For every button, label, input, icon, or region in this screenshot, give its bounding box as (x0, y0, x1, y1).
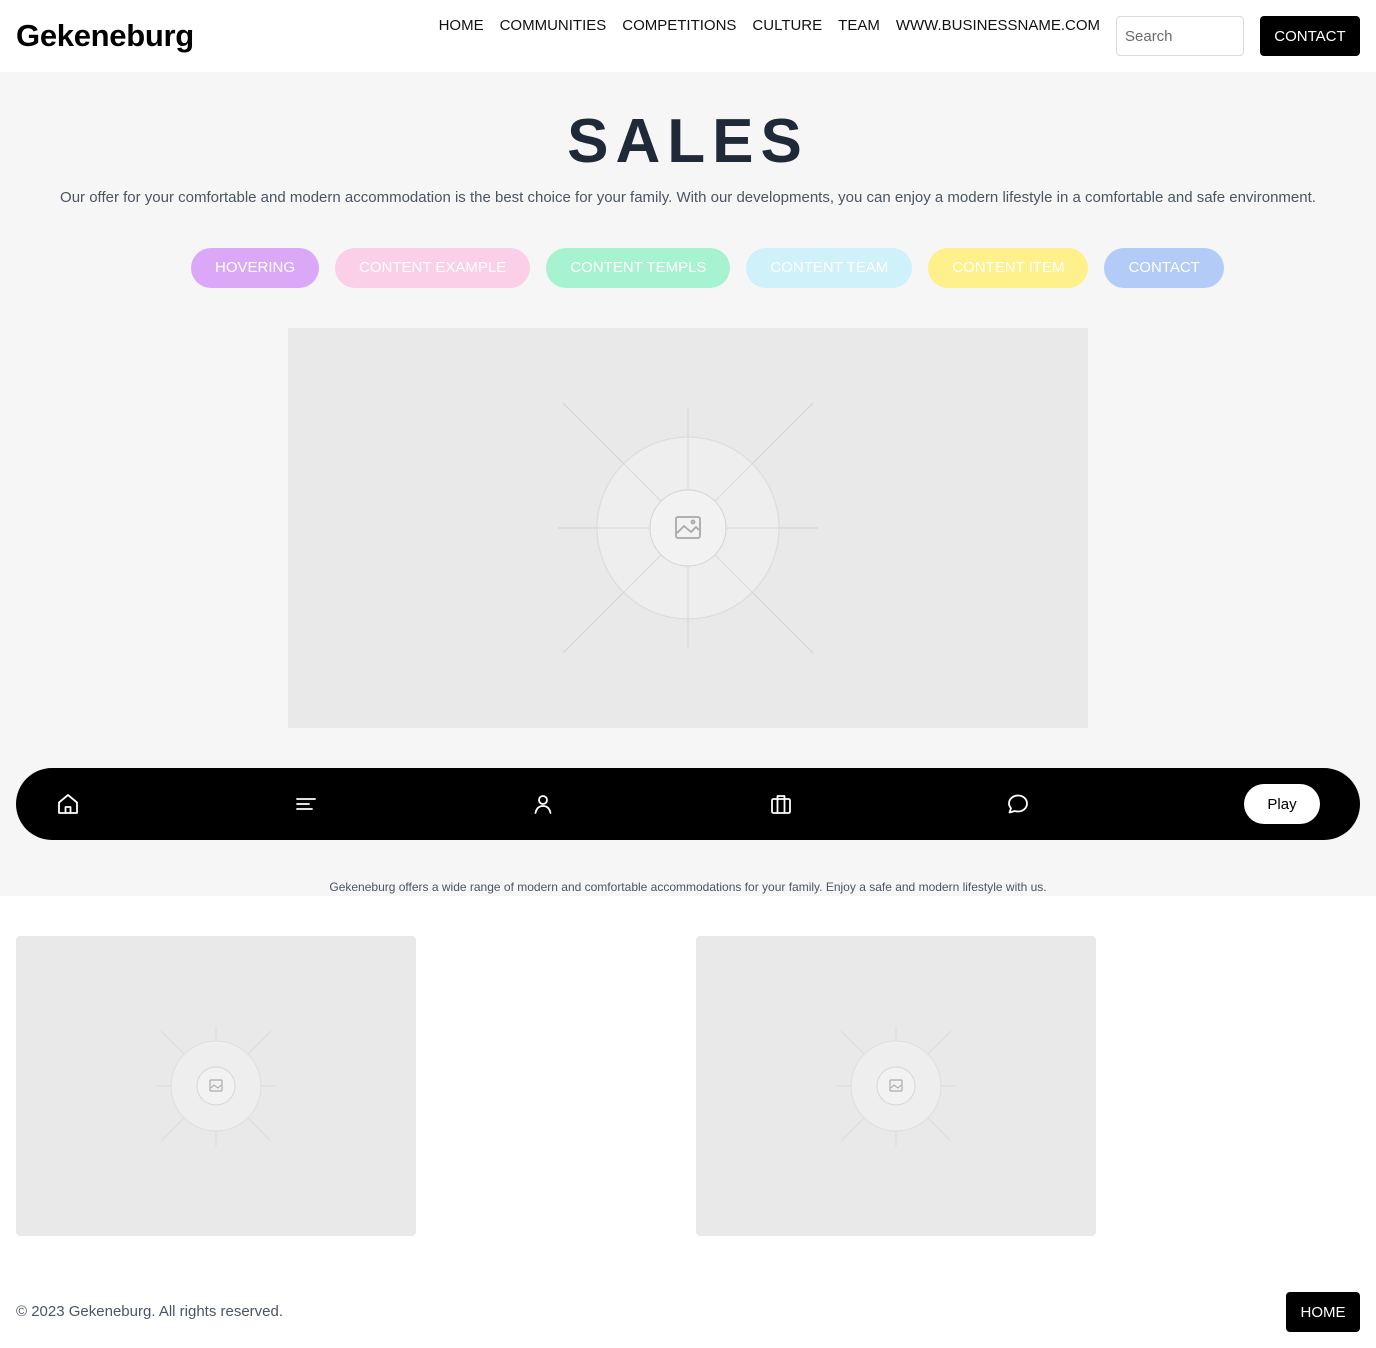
pill-hovering[interactable]: HOVERING (191, 248, 320, 288)
site-header: Gekeneburg HOME COMMUNITIES COMPETITIONS… (0, 0, 1376, 72)
image-card-left (16, 936, 416, 1236)
menu-icon[interactable] (294, 792, 318, 816)
home-icon[interactable] (56, 792, 80, 816)
briefcase-icon[interactable] (769, 792, 793, 816)
search-input[interactable] (1116, 16, 1244, 56)
pill-content-example[interactable]: CONTENT EXAMPLE (335, 248, 531, 288)
footer-home-button[interactable]: HOME (1286, 1292, 1360, 1332)
nav-communities[interactable]: COMMUNITIES (500, 16, 607, 36)
image-placeholder-icon (836, 1026, 956, 1146)
hero-image-placeholder (288, 328, 1088, 728)
nav-home[interactable]: HOME (439, 16, 484, 36)
play-button[interactable]: Play (1244, 784, 1320, 824)
nav-website[interactable]: WWW.BUSINESSNAME.COM (896, 16, 1100, 36)
page-title: SALES (567, 107, 809, 176)
pill-content-templs[interactable]: CONTENT TEMPLS (546, 248, 731, 288)
copyright-text: © 2023 Gekeneburg. All rights reserved. (16, 1303, 284, 1320)
band-note: Gekeneburg offers a wide range of modern… (329, 880, 1047, 894)
image-card-right (696, 936, 1096, 1236)
nav-competitions[interactable]: COMPETITIONS (622, 16, 736, 36)
nav-team[interactable]: TEAM (838, 16, 880, 36)
user-icon[interactable] (531, 792, 555, 816)
category-pills: HOVERING CONTENT EXAMPLE CONTENT TEMPLS … (191, 248, 1224, 288)
contact-button[interactable]: CONTACT (1260, 16, 1360, 56)
site-logo[interactable]: Gekeneburg (16, 16, 194, 56)
pill-contact[interactable]: CONTACT (1104, 248, 1224, 288)
nav-culture[interactable]: CULTURE (752, 16, 822, 36)
image-placeholder-icon (558, 402, 818, 654)
pill-content-team[interactable]: CONTENT TEAM (746, 248, 913, 288)
main-nav: HOME COMMUNITIES COMPETITIONS CULTURE TE… (439, 16, 1100, 36)
bottom-nav-bar: Play (16, 768, 1360, 840)
image-placeholder-icon (156, 1026, 276, 1146)
pill-content-item[interactable]: CONTENT ITEM (928, 248, 1089, 288)
chat-icon[interactable] (1006, 792, 1030, 816)
page-subtitle: Our offer for your comfortable and moder… (60, 189, 1316, 206)
